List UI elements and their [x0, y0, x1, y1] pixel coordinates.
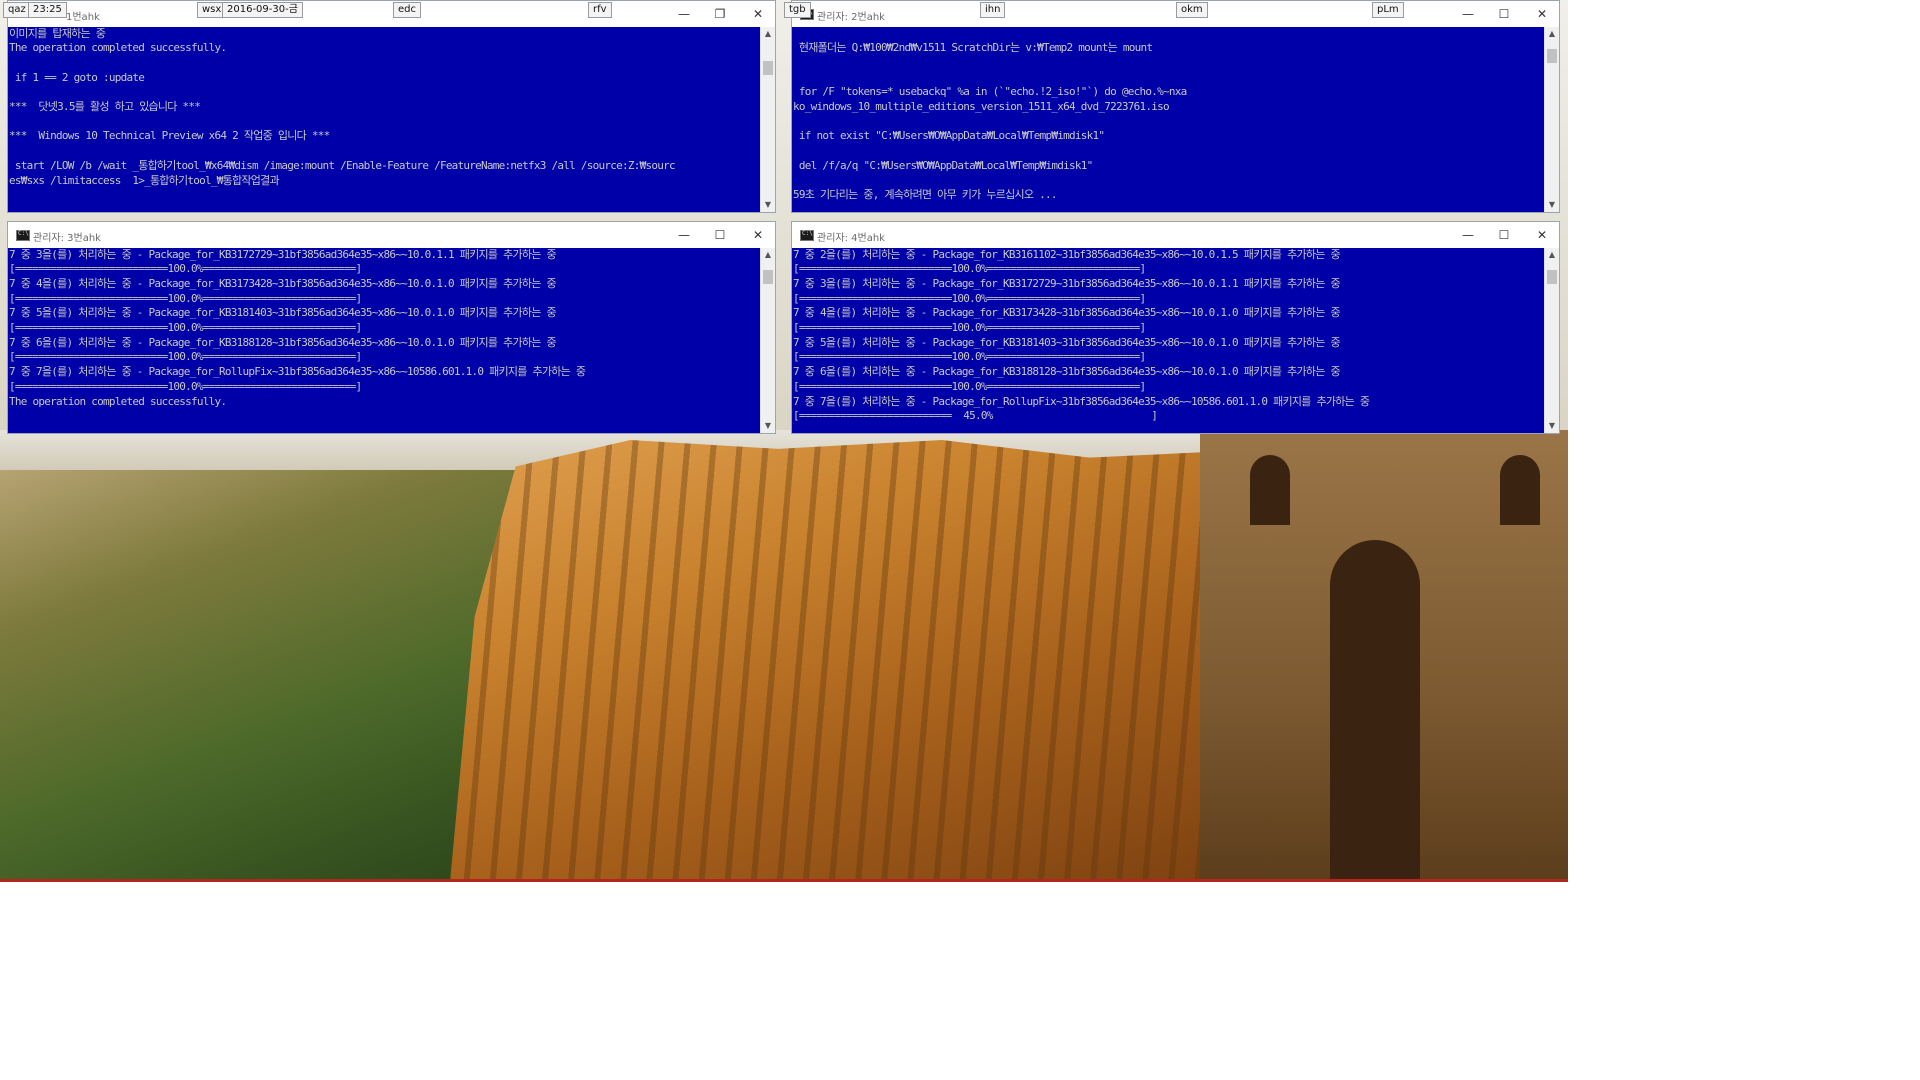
console-output[interactable]: 7 중 3을(를) 처리하는 중 - Package_for_KB3172729…	[8, 248, 761, 433]
minimize-button[interactable]: —	[672, 226, 696, 244]
close-button[interactable]: ✕	[1530, 226, 1554, 244]
window-title: 관리자: 3번ahk	[33, 233, 101, 244]
console-line: *** 닷넷3.5를 활성 하고 있습니다 ***	[9, 100, 201, 113]
vertical-scrollbar[interactable]: ▲ ▼	[1544, 248, 1559, 433]
progress-bar-line: [==========================100.0%=======…	[9, 380, 362, 393]
console-line: 7 중 6을(를) 처리하는 중 - Package_for_KB3188128…	[793, 365, 1341, 378]
scroll-up-arrow-icon[interactable]: ▲	[1545, 27, 1559, 41]
close-button[interactable]: ✕	[746, 5, 770, 23]
progress-bar-line: [==========================100.0%=======…	[793, 292, 1146, 305]
progress-bar-line: [==========================100.0%=======…	[9, 321, 362, 334]
hotkey-label-qaz[interactable]: qaz	[3, 2, 31, 18]
scroll-thumb[interactable]	[1547, 49, 1557, 63]
window-title: 1번ahk	[66, 12, 100, 23]
progress-bar-line: [==========================100.0%=======…	[9, 262, 362, 275]
scroll-down-arrow-icon[interactable]: ▼	[1545, 419, 1559, 433]
progress-bar-line: [==========================100.0%=======…	[9, 350, 362, 363]
hotkey-label-ihn[interactable]: ihn	[980, 2, 1006, 18]
progress-bar-line: [==========================100.0%=======…	[793, 262, 1146, 275]
scroll-up-arrow-icon[interactable]: ▲	[1545, 248, 1559, 262]
scroll-thumb[interactable]	[1547, 270, 1557, 284]
console-window-4[interactable]: 관리자: 4번ahk — ☐ ✕ 7 중 2을(를) 처리하는 중 - Pack…	[791, 221, 1560, 434]
progress-bar-line: [==========================100.0%=======…	[9, 292, 362, 305]
hotkey-label-tgb[interactable]: tgb	[784, 2, 811, 18]
progress-bar-line: [========================== 45.0% ]	[793, 409, 1158, 422]
scroll-thumb[interactable]	[763, 61, 773, 75]
scroll-down-arrow-icon[interactable]: ▼	[1545, 198, 1559, 212]
clock-label: 23:25	[28, 2, 67, 18]
console-line: es₩sxs /limitaccess 1>_통합하기tool_₩통합작업결과	[9, 174, 280, 187]
restore-button[interactable]: ❐	[708, 5, 732, 23]
vertical-scrollbar[interactable]: ▲ ▼	[1544, 27, 1559, 212]
close-button[interactable]: ✕	[1530, 5, 1554, 23]
hotkey-label-rfv[interactable]: rfv	[588, 2, 612, 18]
minimize-button[interactable]: —	[1456, 226, 1480, 244]
console-line: *** Windows 10 Technical Preview x64 2 작…	[9, 129, 330, 142]
console-line: 7 중 3을(를) 처리하는 중 - Package_for_KB3172729…	[793, 277, 1341, 290]
maximize-button[interactable]: ☐	[708, 226, 732, 244]
wallpaper-cliff	[450, 440, 1270, 882]
console-line: 이미지를 탑재하는 중	[9, 27, 106, 40]
scroll-down-arrow-icon[interactable]: ▼	[761, 419, 775, 433]
minimize-button[interactable]: —	[672, 5, 696, 23]
scroll-up-arrow-icon[interactable]: ▲	[761, 248, 775, 262]
console-line: 7 중 4을(를) 처리하는 중 - Package_for_KB3173428…	[793, 306, 1341, 319]
console-line: if 1 == 2 goto :update	[9, 71, 145, 84]
progress-bar-line: [==========================100.0%=======…	[793, 350, 1146, 363]
console-line: The operation completed successfully.	[9, 41, 227, 54]
scroll-up-arrow-icon[interactable]: ▲	[761, 27, 775, 41]
hotkey-label-edc[interactable]: edc	[393, 2, 421, 18]
console-window-3[interactable]: 관리자: 3번ahk — ☐ ✕ 7 중 3을(를) 처리하는 중 - Pack…	[7, 221, 776, 434]
scroll-down-arrow-icon[interactable]: ▼	[761, 198, 775, 212]
vertical-scrollbar[interactable]: ▲ ▼	[760, 248, 775, 433]
console-line: 7 중 6을(를) 처리하는 중 - Package_for_KB3188128…	[9, 336, 557, 349]
title-bar[interactable]: 관리자: 3번ahk — ☐ ✕	[8, 222, 775, 248]
window-title: 관리자: 4번ahk	[817, 233, 885, 244]
scroll-thumb[interactable]	[763, 270, 773, 284]
console-line: 7 중 4을(를) 처리하는 중 - Package_for_KB3173428…	[9, 277, 557, 290]
console-line: start /LOW /b /wait _통합하기tool_₩x64₩dism …	[9, 159, 676, 172]
console-line: 현재폴더는 Q:₩100₩2nd₩v1511 ScratchDir는 v:₩Te…	[793, 41, 1153, 54]
console-line: 7 중 7을(를) 처리하는 중 - Package_for_RollupFix…	[9, 365, 586, 378]
console-window-2[interactable]: 관리자: 2번ahk — ☐ ✕ 현재폴더는 Q:₩100₩2nd₩v1511 …	[791, 0, 1560, 213]
console-output[interactable]: 7 중 2을(를) 처리하는 중 - Package_for_KB3161102…	[792, 248, 1545, 433]
maximize-button[interactable]: ☐	[1492, 226, 1516, 244]
vertical-scrollbar[interactable]: ▲ ▼	[760, 27, 775, 212]
title-bar[interactable]: 관리자: 4번ahk — ☐ ✕	[792, 222, 1559, 248]
close-button[interactable]: ✕	[746, 226, 770, 244]
console-line: 7 중 5을(를) 처리하는 중 - Package_for_KB3181403…	[9, 306, 557, 319]
console-line: del /f/a/q "C:₩Users₩O₩AppData₩Local₩Tem…	[793, 159, 1093, 172]
console-output[interactable]: 현재폴더는 Q:₩100₩2nd₩v1511 ScratchDir는 v:₩Te…	[792, 27, 1545, 212]
wallpaper-arch	[1330, 540, 1420, 882]
console-line: if not exist "C:₩Users₩O₩AppData₩Local₩T…	[793, 129, 1105, 142]
console-window-1[interactable]: 1번ahk — ❐ ✕ 이미지를 탑재하는 중 The operation co…	[7, 0, 776, 213]
console-line: 7 중 3을(를) 처리하는 중 - Package_for_KB3172729…	[9, 248, 557, 261]
console-line: The operation completed successfully.	[9, 395, 227, 408]
console-line: 7 중 2을(를) 처리하는 중 - Package_for_KB3161102…	[793, 248, 1341, 261]
minimize-button[interactable]: —	[1456, 5, 1480, 23]
bottom-edge-bar	[0, 879, 1568, 882]
hotkey-label-okm[interactable]: okm	[1176, 2, 1208, 18]
window-title: 관리자: 2번ahk	[817, 12, 885, 23]
title-bar[interactable]: 1번ahk — ❐ ✕	[8, 1, 775, 27]
hotkey-label-plm[interactable]: pLm	[1372, 2, 1404, 18]
console-line: 59초 기다리는 중, 계속하려면 아무 키가 누르십시오 ...	[793, 188, 1057, 201]
maximize-button[interactable]: ☐	[1492, 5, 1516, 23]
console-line: 7 중 5을(를) 처리하는 중 - Package_for_KB3181403…	[793, 336, 1341, 349]
progress-bar-line: [==========================100.0%=======…	[793, 380, 1146, 393]
progress-bar-line: [==========================100.0%=======…	[793, 321, 1146, 334]
cmd-icon	[800, 230, 814, 241]
cmd-icon	[16, 230, 30, 241]
console-line: ko_windows_10_multiple_editions_version_…	[793, 100, 1170, 113]
wallpaper-arch-small	[1500, 455, 1540, 525]
wallpaper-arch-small	[1250, 455, 1290, 525]
date-label: 2016-09-30-금	[222, 2, 303, 18]
console-line: for /F "tokens=* usebackq" %a in (`"echo…	[793, 85, 1187, 98]
console-output[interactable]: 이미지를 탑재하는 중 The operation completed succ…	[8, 27, 761, 212]
console-line: 7 중 7을(를) 처리하는 중 - Package_for_RollupFix…	[793, 395, 1370, 408]
